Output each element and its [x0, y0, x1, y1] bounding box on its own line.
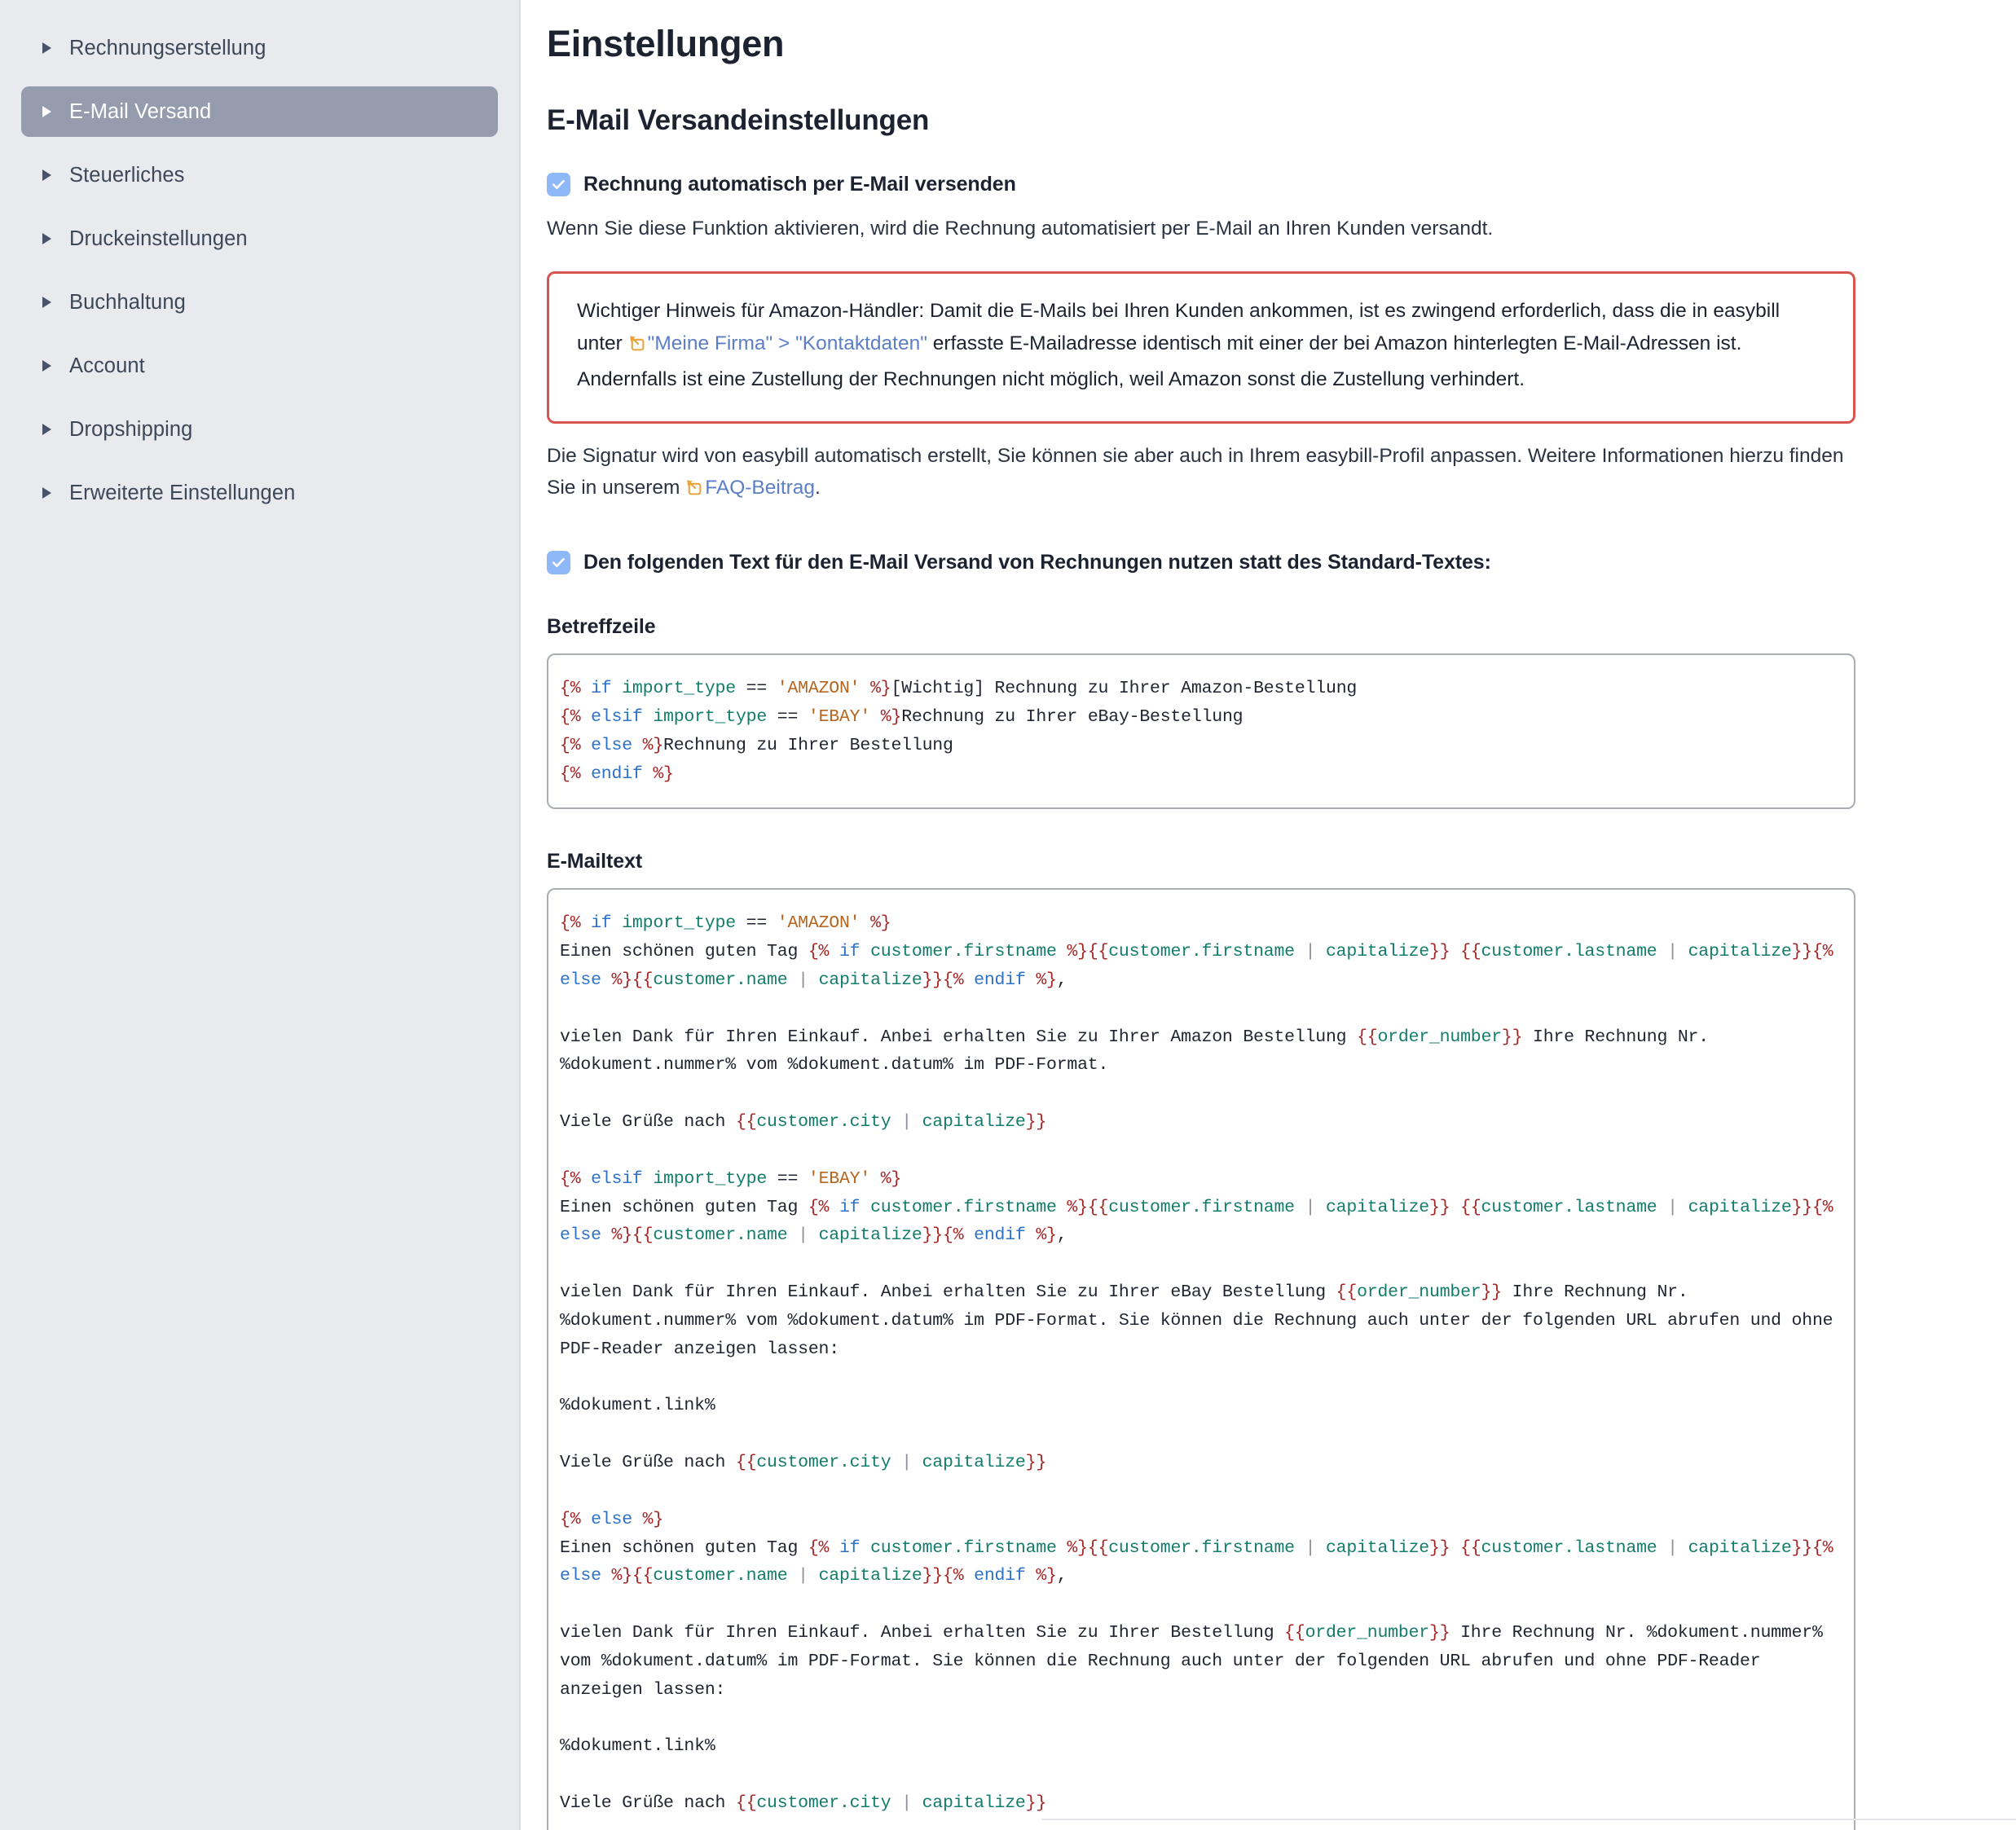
section-title: E-Mail Versandeinstellungen	[547, 104, 930, 136]
custom-text-checkbox-row[interactable]: Den folgenden Text für den E-Mail Versan…	[547, 551, 1867, 575]
sidebar-item-label: Steuerliches	[69, 163, 185, 187]
sidebar-item-steuerliches[interactable]: Steuerliches	[21, 150, 498, 200]
check-icon	[552, 557, 565, 568]
chevron-right-icon	[42, 233, 51, 244]
settings-sidebar: Rechnungserstellung E-Mail Versand Steue…	[0, 0, 521, 1830]
sidebar-item-buchhaltung[interactable]: Buchhaltung	[21, 277, 498, 328]
sidebar-item-label: Druckeinstellungen	[69, 227, 248, 250]
sidebar-item-label: Dropshipping	[69, 417, 193, 441]
auto-send-description: Wenn Sie diese Funktion aktivieren, wird…	[547, 218, 1494, 240]
chevron-right-icon	[42, 424, 51, 435]
sidebar-item-account[interactable]: Account	[21, 341, 498, 391]
custom-text-checkbox-label: Den folgenden Text für den E-Mail Versan…	[583, 551, 1491, 574]
subject-code-editor[interactable]: {% if import_type == 'AMAZON' %}[Wichtig…	[547, 653, 1855, 810]
meine-firma-kontaktdaten-link[interactable]: "Meine Firma" > "Kontaktdaten"	[648, 332, 927, 354]
settings-main-content: Einstellungen E-Mail Versandeinstellunge…	[521, 0, 2016, 1830]
external-link-icon	[685, 474, 702, 507]
subject-code-content[interactable]: {% if import_type == 'AMAZON' %}[Wichtig…	[560, 675, 1842, 788]
faq-beitrag-link[interactable]: FAQ-Beitrag	[705, 477, 815, 499]
check-icon	[552, 179, 565, 189]
page-title: Einstellungen	[547, 23, 785, 64]
subject-field-label: Betreffzeile	[547, 615, 656, 639]
chevron-right-icon	[42, 487, 51, 499]
custom-text-checkbox[interactable]	[547, 551, 570, 575]
amazon-warning-alert: Wichtiger Hinweis für Amazon-Händler: Da…	[547, 271, 1855, 424]
auto-send-checkbox-row[interactable]: Rechnung automatisch per E-Mail versende…	[547, 173, 1867, 196]
signature-note: Die Signatur wird von easybill automatis…	[547, 440, 1851, 507]
body-field-label: E-Mailtext	[547, 850, 643, 873]
sidebar-item-druckeinstellungen[interactable]: Druckeinstellungen	[21, 213, 498, 264]
external-link-icon	[628, 330, 645, 363]
sidebar-item-email-versand[interactable]: E-Mail Versand	[21, 86, 498, 137]
chevron-right-icon	[42, 106, 51, 117]
chevron-right-icon	[42, 42, 51, 54]
auto-send-checkbox[interactable]	[547, 173, 570, 196]
sidebar-item-label: Erweiterte Einstellungen	[69, 481, 296, 504]
body-code-editor[interactable]: {% if import_type == 'AMAZON' %} Einen s…	[547, 888, 1855, 1830]
sidebar-item-label: Buchhaltung	[69, 290, 186, 314]
body-code-content[interactable]: {% if import_type == 'AMAZON' %} Einen s…	[560, 909, 1842, 1830]
sidebar-nav-list: Rechnungserstellung E-Mail Versand Steue…	[21, 23, 498, 518]
chevron-right-icon	[42, 360, 51, 372]
sidebar-item-rechnungserstellung[interactable]: Rechnungserstellung	[21, 23, 498, 73]
chevron-right-icon	[42, 297, 51, 308]
sidebar-item-erweiterte-einstellungen[interactable]: Erweiterte Einstellungen	[21, 468, 498, 518]
sidebar-item-label: Account	[69, 354, 145, 377]
sidebar-item-label: Rechnungserstellung	[69, 36, 266, 59]
sidebar-item-dropshipping[interactable]: Dropshipping	[21, 404, 498, 455]
bottom-divider	[1041, 1819, 2016, 1820]
auto-send-checkbox-label: Rechnung automatisch per E-Mail versende…	[583, 173, 1016, 196]
chevron-right-icon	[42, 169, 51, 181]
amazon-warning-text: Wichtiger Hinweis für Amazon-Händler: Da…	[577, 295, 1825, 397]
signature-note-after: .	[815, 477, 821, 499]
settings-page: Rechnungserstellung E-Mail Versand Steue…	[0, 0, 2016, 1830]
sidebar-item-label: E-Mail Versand	[69, 99, 212, 123]
